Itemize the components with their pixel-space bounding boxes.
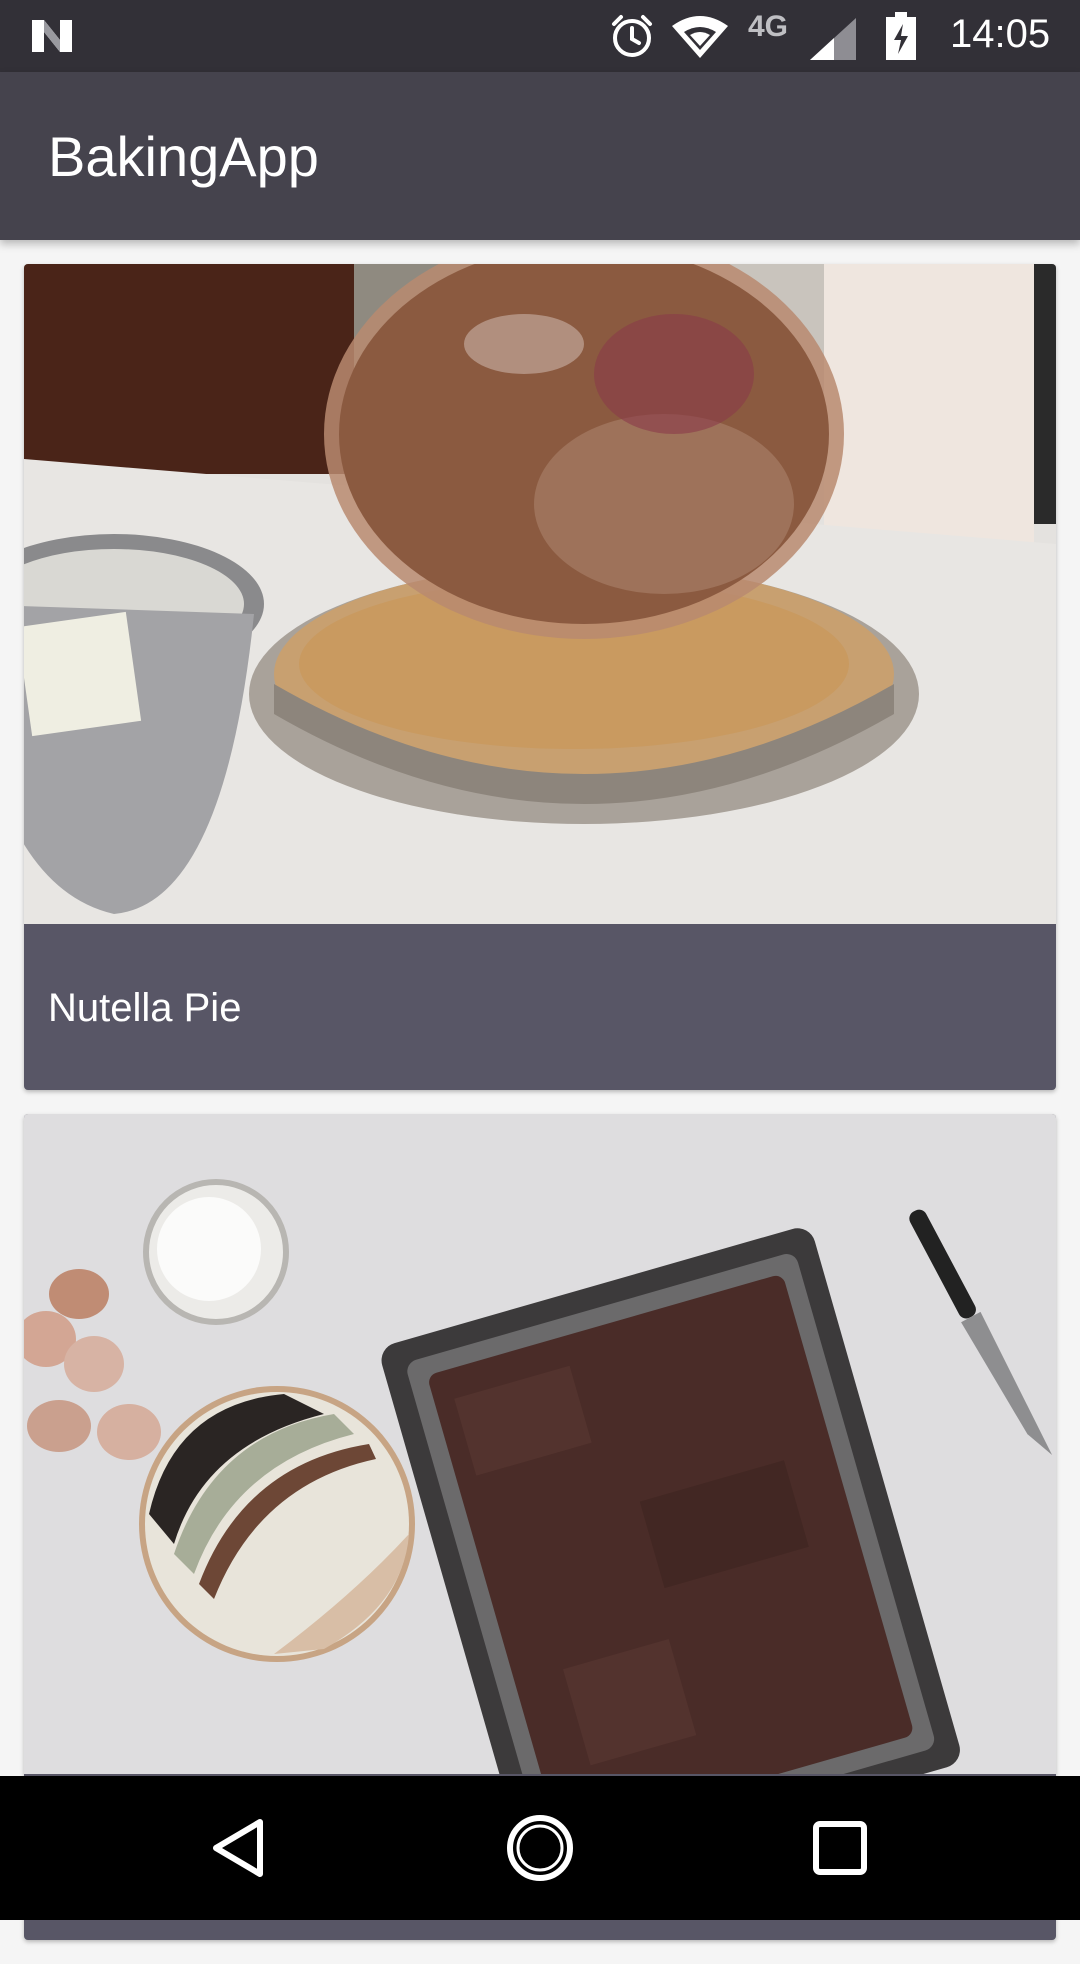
app-bar: BakingApp bbox=[0, 72, 1080, 240]
recipe-card[interactable]: Nutella Pie bbox=[24, 264, 1056, 1090]
network-type-label: 4G bbox=[748, 10, 789, 43]
n-logo-icon bbox=[32, 20, 72, 52]
wifi-icon bbox=[672, 16, 728, 58]
signal-icon bbox=[810, 18, 856, 60]
battery-charging-icon bbox=[886, 12, 916, 60]
home-icon[interactable] bbox=[504, 1812, 576, 1884]
alarm-icon bbox=[612, 15, 652, 57]
back-icon[interactable] bbox=[204, 1812, 276, 1884]
recents-icon[interactable] bbox=[804, 1812, 876, 1884]
recipe-list[interactable]: Nutella Pie bbox=[24, 264, 1056, 1964]
navigation-bar bbox=[0, 1776, 1080, 1920]
app-title: BakingApp bbox=[48, 125, 319, 188]
recipe-name: Nutella Pie bbox=[48, 986, 242, 1030]
clock: 14:05 bbox=[950, 12, 1051, 56]
status-bar: 4G 14:05 bbox=[0, 0, 1080, 72]
recipe-caption: Nutella Pie bbox=[24, 924, 1056, 1090]
recipe-image-brownies bbox=[24, 1114, 1056, 1774]
recipe-image-nutella-pie bbox=[24, 264, 1056, 924]
